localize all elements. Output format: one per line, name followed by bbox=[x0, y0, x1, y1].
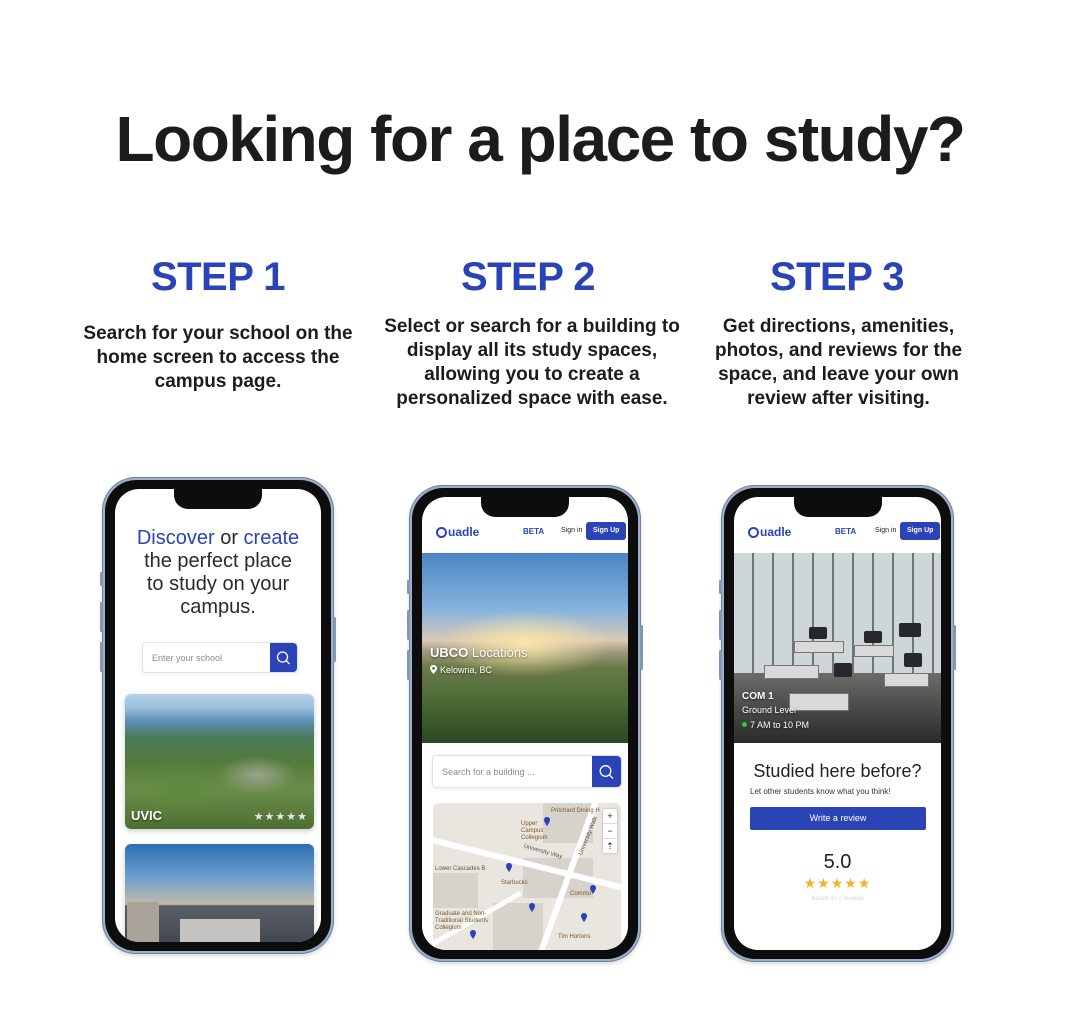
beta-badge: BETA bbox=[523, 527, 545, 536]
phone-3-screen: uadle BETA Sign in Sign Up COM 1 Ground … bbox=[734, 497, 941, 950]
rating-count: Based on 2 reviews bbox=[811, 896, 864, 902]
map-pin-icon[interactable] bbox=[470, 930, 476, 939]
logo-q-icon bbox=[436, 527, 447, 538]
hero-discover: Discover bbox=[136, 527, 215, 549]
rating-stars: ★★★★★ bbox=[803, 875, 872, 891]
photo-chair bbox=[899, 623, 921, 637]
map-label: Commo bbox=[570, 891, 592, 897]
building-shape bbox=[180, 919, 260, 942]
map-label: Graduate and Non-Traditional Students Co… bbox=[435, 911, 489, 931]
hero-create: create bbox=[243, 527, 300, 549]
photo-desk bbox=[789, 693, 849, 711]
map-pin-icon[interactable] bbox=[544, 817, 550, 826]
map-label: Tim Hortons bbox=[558, 934, 591, 940]
space-name: COM 1 bbox=[742, 691, 774, 702]
sign-up-button[interactable]: Sign Up bbox=[900, 522, 941, 540]
photo-desk bbox=[854, 645, 894, 657]
phone-mockup-1: Discover or create the perfect place to … bbox=[100, 477, 336, 954]
photo-chair bbox=[864, 631, 882, 643]
sign-in-link[interactable]: Sign in bbox=[561, 527, 582, 534]
logo-text: uadle bbox=[760, 525, 792, 539]
app-header: uadle BETA Sign in Sign Up bbox=[422, 517, 628, 553]
campus-location: Kelowna, BC bbox=[430, 665, 492, 675]
step-3-title: STEP 3 bbox=[769, 255, 905, 299]
hero-or: or bbox=[214, 527, 244, 549]
map-label: Pritchard Dining H bbox=[551, 808, 600, 814]
logo-text: uadle bbox=[448, 525, 480, 539]
map-pin-icon[interactable] bbox=[590, 885, 596, 894]
page-headline: Looking for a place to study? bbox=[115, 103, 967, 175]
campus-rating-stars: ★★★★★ bbox=[253, 811, 308, 823]
school-search-input[interactable]: Enter your school bbox=[142, 642, 298, 673]
hero-rest: the perfect place to study on your campu… bbox=[144, 550, 292, 618]
photo-desk bbox=[764, 665, 819, 679]
step-1-description: Search for your school on the home scree… bbox=[83, 323, 353, 392]
sign-in-link[interactable]: Sign in bbox=[875, 527, 896, 534]
photo-desk bbox=[884, 673, 929, 687]
step-2-description: Select or search for a building to displ… bbox=[384, 316, 680, 409]
map-label: Upper Campus Collegium bbox=[521, 821, 548, 841]
building-search-placeholder: Search for a building ... bbox=[442, 766, 535, 777]
map-label: Lower Cascades B bbox=[435, 866, 486, 872]
building-search-input[interactable]: Search for a building ... bbox=[432, 755, 622, 788]
campus-title: UBCO Locations bbox=[430, 645, 528, 660]
campus-location-text: Kelowna, BC bbox=[440, 665, 493, 675]
quadle-logo[interactable]: uadle bbox=[436, 525, 479, 539]
hero-heading: Discover or create the perfect place to … bbox=[115, 527, 321, 619]
campus-card-2[interactable] bbox=[125, 844, 314, 942]
step-3-description: Get directions, amenities, photos, and r… bbox=[714, 316, 963, 409]
space-hours: 7 AM to 10 PM bbox=[742, 720, 809, 730]
search-button[interactable] bbox=[270, 643, 297, 672]
quadle-logo[interactable]: uadle bbox=[748, 525, 791, 539]
zoom-in-button[interactable]: + bbox=[603, 809, 617, 824]
photo-desk bbox=[794, 641, 844, 653]
photo-chair bbox=[809, 627, 827, 639]
building-shape bbox=[127, 902, 159, 942]
search-icon bbox=[599, 765, 614, 779]
campus-map[interactable]: Pritchard Dining H Upper Campus Collegiu… bbox=[433, 803, 621, 950]
campus-card-uvic[interactable]: UVIC ★★★★★ bbox=[125, 694, 314, 829]
space-hours-text: 7 AM to 10 PM bbox=[750, 720, 810, 730]
logo-q-icon bbox=[748, 527, 759, 538]
campus-title-suffix: Locations bbox=[468, 645, 528, 660]
beta-badge: BETA bbox=[835, 527, 857, 536]
campus-name: UVIC bbox=[131, 808, 163, 823]
zoom-out-button[interactable]: − bbox=[603, 824, 617, 839]
building-search-button[interactable] bbox=[592, 756, 621, 787]
search-icon bbox=[276, 651, 290, 665]
open-status-dot bbox=[742, 722, 747, 727]
write-review-button[interactable]: Write a review bbox=[750, 807, 926, 830]
map-pin-icon[interactable] bbox=[529, 903, 535, 912]
app-header: uadle BETA Sign in Sign Up bbox=[734, 517, 941, 553]
school-search-placeholder: Enter your school bbox=[152, 652, 223, 663]
review-prompt-subtitle: Let other students know what you think! bbox=[750, 787, 891, 796]
phone-notch bbox=[793, 497, 882, 517]
map-pin-icon[interactable] bbox=[581, 913, 587, 922]
phone-notch bbox=[481, 497, 569, 517]
photo-chair bbox=[834, 663, 852, 677]
sign-up-button[interactable]: Sign Up bbox=[586, 522, 627, 540]
phone-2-screen: uadle BETA Sign in Sign Up UBCO Location… bbox=[422, 497, 628, 950]
review-prompt-title: Studied here before? bbox=[753, 761, 922, 781]
campus-code: UBCO bbox=[430, 645, 469, 660]
rating-score: 5.0 bbox=[823, 851, 852, 873]
map-pin-icon bbox=[430, 665, 437, 674]
space-level: Ground Level bbox=[742, 705, 797, 715]
compass-button[interactable]: ⇡ bbox=[603, 839, 617, 853]
step-2-title: STEP 2 bbox=[460, 255, 596, 299]
phone-notch bbox=[174, 489, 262, 509]
map-label: Starbucks bbox=[501, 880, 528, 886]
phone-mockup-3: uadle BETA Sign in Sign Up COM 1 Ground … bbox=[719, 485, 956, 962]
phone-1-screen: Discover or create the perfect place to … bbox=[115, 489, 321, 942]
step-1-title: STEP 1 bbox=[150, 255, 286, 299]
photo-chair bbox=[904, 653, 922, 667]
map-pin-icon[interactable] bbox=[506, 863, 512, 872]
phone-mockup-2: uadle BETA Sign in Sign Up UBCO Location… bbox=[407, 485, 643, 962]
map-zoom-controls: + − ⇡ bbox=[603, 809, 617, 853]
